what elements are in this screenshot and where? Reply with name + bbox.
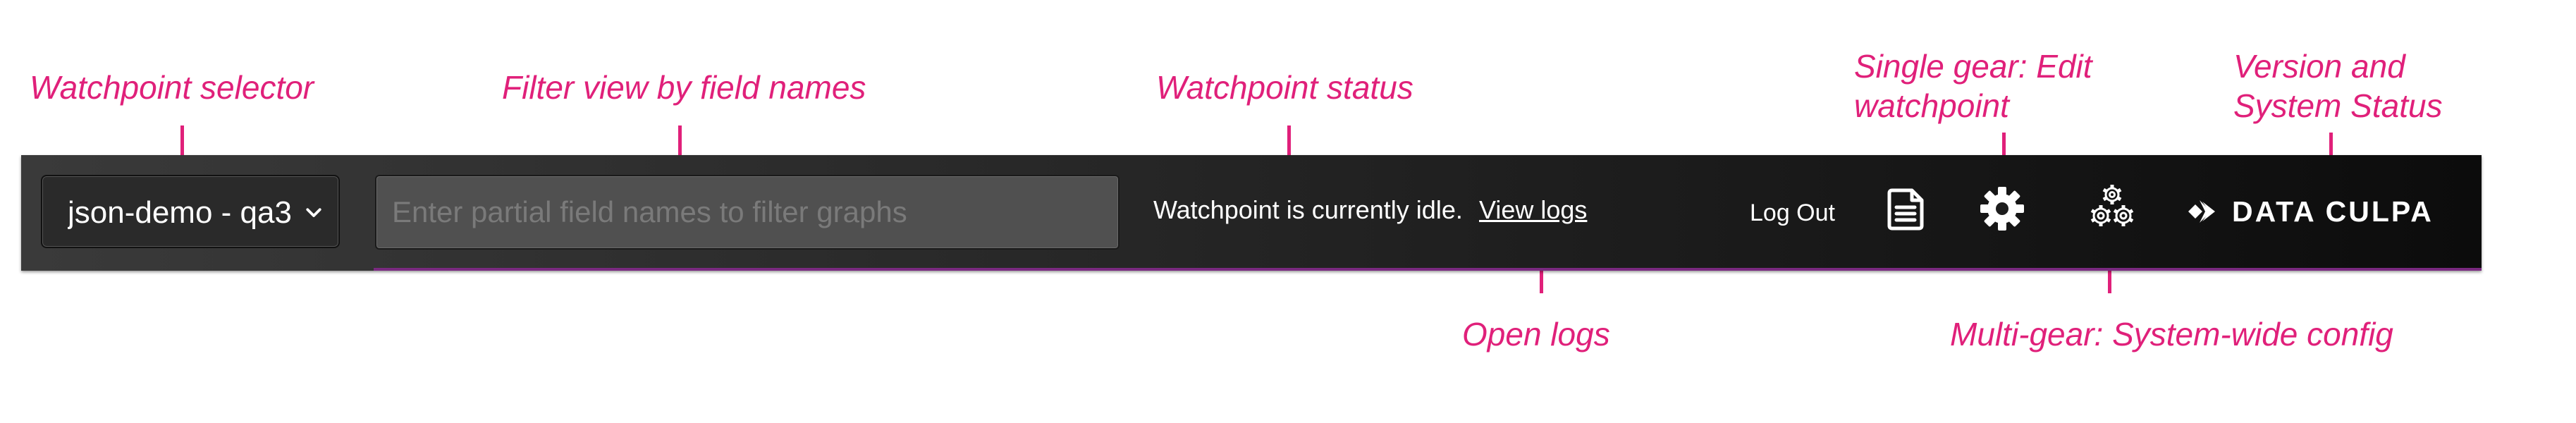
- annotation-open-logs: Open logs: [1462, 316, 1610, 352]
- data-culpa-logo-mark-icon: [2188, 200, 2215, 223]
- gear-icon[interactable]: [1978, 185, 2026, 233]
- watchpoint-selector-value: json-demo - qa3: [68, 195, 292, 230]
- logout-button[interactable]: Log Out: [1750, 197, 1835, 228]
- data-culpa-logo[interactable]: DATA CULPA: [2187, 190, 2434, 233]
- view-logs-link[interactable]: View logs: [1479, 195, 1587, 226]
- watchpoint-selector[interactable]: json-demo - qa3: [41, 175, 340, 248]
- multi-gear-icon[interactable]: [2087, 182, 2138, 233]
- field-filter-input[interactable]: [375, 175, 1120, 250]
- chevron-down-icon: [306, 208, 321, 217]
- logo-text: DATA CULPA: [2232, 195, 2434, 228]
- annotation-single-gear-line1: Single gear: Edit: [1854, 48, 2092, 85]
- annotation-single-gear-line2: watchpoint: [1854, 87, 2009, 124]
- annotation-version-line2: System Status: [2233, 87, 2443, 124]
- toolbar-accent-underline: [374, 268, 2482, 271]
- annotation-version-line1: Version and: [2233, 48, 2405, 85]
- document-icon[interactable]: [1882, 185, 1930, 233]
- annotation-multi-gear: Multi-gear: System-wide config: [1950, 316, 2393, 352]
- watchpoint-status-text: Watchpoint is currently idle.: [1153, 195, 1463, 224]
- annotation-watchpoint-status: Watchpoint status: [1156, 69, 1413, 106]
- annotation-watchpoint-selector: Watchpoint selector: [30, 69, 314, 106]
- annotation-filter-view: Filter view by field names: [502, 69, 866, 106]
